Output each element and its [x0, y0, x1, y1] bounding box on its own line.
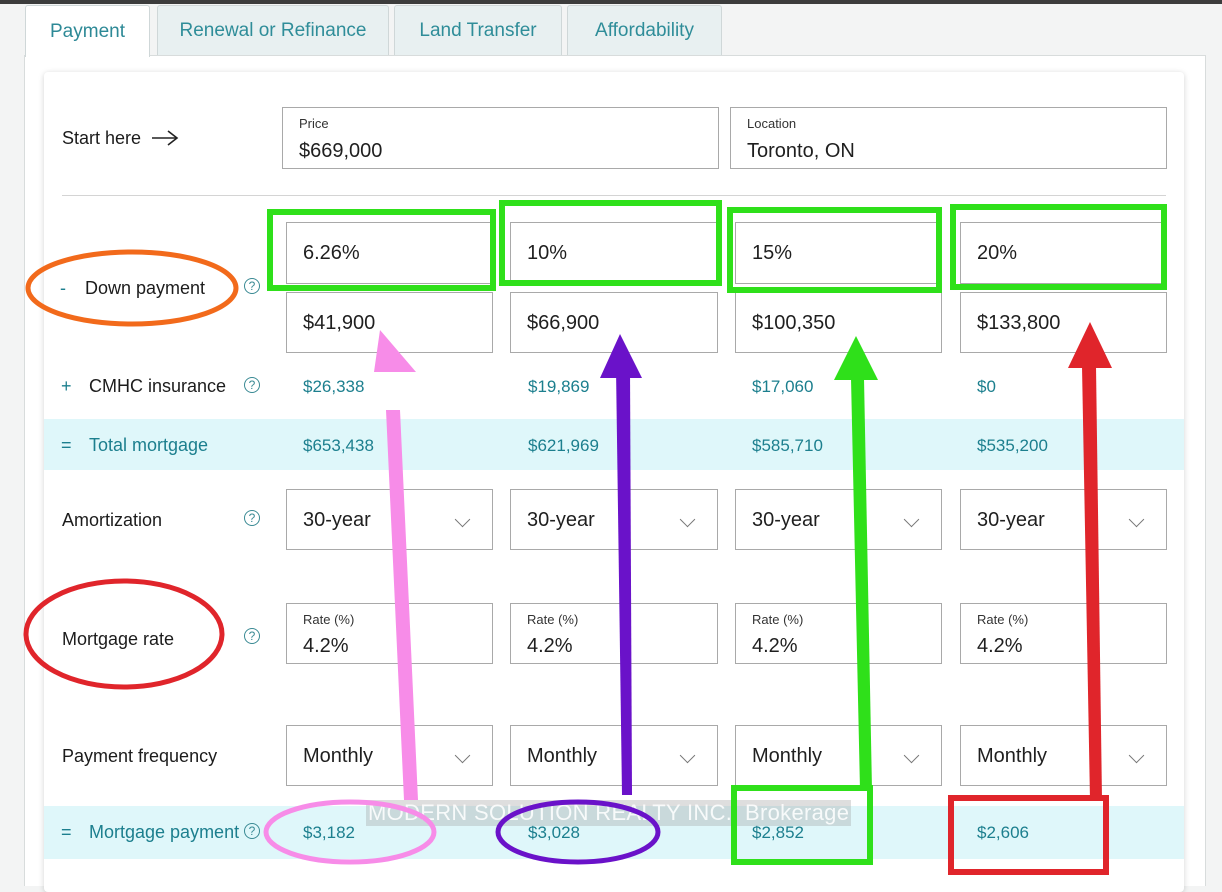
- down-payment-amount-value: $41,900: [303, 312, 376, 334]
- amortization-select-3[interactable]: 30-year: [735, 489, 942, 550]
- tab-payment[interactable]: Payment: [25, 5, 150, 57]
- frequency-value: Monthly: [527, 745, 598, 767]
- chevron-down-icon: [679, 511, 696, 528]
- down-payment-percent-4[interactable]: 20%: [960, 222, 1167, 284]
- total-mortgage-sign: =: [61, 435, 72, 455]
- location-field[interactable]: Location Toronto, ON: [730, 107, 1167, 169]
- chevron-down-icon: [454, 511, 471, 528]
- total-mortgage-value: $653,438: [303, 436, 374, 455]
- down-payment-percent-1[interactable]: 6.26%: [286, 222, 493, 284]
- frequency-select-3[interactable]: Monthly: [735, 725, 942, 786]
- amortization-value: 30-year: [752, 509, 820, 531]
- amortization-select-4[interactable]: 30-year: [960, 489, 1167, 550]
- mortgage-payment-value: $3,028: [528, 823, 580, 842]
- rate-field-3[interactable]: Rate (%) 4.2%: [735, 603, 942, 664]
- mortgage-payment-help-icon[interactable]: ?: [244, 823, 260, 839]
- cmhc-value: $19,869: [528, 377, 590, 396]
- rate-value: 4.2%: [977, 635, 1023, 657]
- down-payment-percent-value: 6.26%: [303, 242, 360, 264]
- total-mortgage-value: $535,200: [977, 436, 1048, 455]
- tab-renewal-refinance[interactable]: Renewal or Refinance: [157, 5, 389, 55]
- rate-value: 4.2%: [303, 635, 349, 657]
- down-payment-amount-value: $133,800: [977, 312, 1061, 334]
- cmhc-label: CMHC insurance: [89, 376, 227, 396]
- rate-field-1[interactable]: Rate (%) 4.2%: [286, 603, 493, 664]
- amortization-value: 30-year: [527, 509, 595, 531]
- chevron-down-icon: [1128, 511, 1145, 528]
- frequency-value: Monthly: [977, 745, 1048, 767]
- start-here-label: Start here: [62, 128, 142, 148]
- total-mortgage-value: $585,710: [752, 436, 823, 455]
- location-value: Toronto, ON: [747, 140, 855, 162]
- amortization-value: 30-year: [303, 509, 371, 531]
- mortgage-rate-help-icon[interactable]: ?: [244, 628, 260, 644]
- down-payment-amount-value: $100,350: [752, 312, 836, 334]
- mortgage-payment-value: $2,852: [752, 823, 804, 842]
- section-divider: [62, 195, 1166, 196]
- brokerage-watermark: MODERN SOLUTION REALTY INC., Brokerage: [366, 800, 852, 826]
- down-payment-percent-3[interactable]: 15%: [735, 222, 942, 284]
- chevron-down-icon: [679, 747, 696, 764]
- cmhc-help-icon[interactable]: ?: [244, 377, 260, 393]
- cmhc-value: $26,338: [303, 377, 365, 396]
- chevron-down-icon: [903, 747, 920, 764]
- total-mortgage-value: $621,969: [528, 436, 599, 455]
- cmhc-value: $0: [977, 377, 996, 396]
- mortgage-rate-label: Mortgage rate: [62, 629, 175, 649]
- down-payment-amount-2[interactable]: $66,900: [510, 292, 718, 353]
- price-field-label: Price: [299, 116, 329, 131]
- rate-field-2[interactable]: Rate (%) 4.2%: [510, 603, 718, 664]
- rate-value: 4.2%: [527, 635, 573, 657]
- amortization-label: Amortization: [62, 510, 163, 530]
- down-payment-percent-2[interactable]: 10%: [510, 222, 718, 284]
- total-mortgage-label: Total mortgage: [89, 435, 209, 455]
- mortgage-payment-sign: =: [61, 822, 72, 842]
- amortization-select-2[interactable]: 30-year: [510, 489, 718, 550]
- frequency-select-1[interactable]: Monthly: [286, 725, 493, 786]
- amortization-help-icon[interactable]: ?: [244, 510, 260, 526]
- location-field-label: Location: [747, 116, 797, 131]
- down-payment-percent-value: 15%: [752, 242, 793, 264]
- down-payment-amount-value: $66,900: [527, 312, 600, 334]
- frequency-select-4[interactable]: Monthly: [960, 725, 1167, 786]
- frequency-value: Monthly: [752, 745, 823, 767]
- price-value: $669,000: [299, 140, 383, 162]
- frequency-value: Monthly: [303, 745, 374, 767]
- amortization-value: 30-year: [977, 509, 1045, 531]
- rate-field-label: Rate (%): [752, 612, 804, 627]
- chevron-down-icon: [903, 511, 920, 528]
- down-payment-amount-3[interactable]: $100,350: [735, 292, 942, 353]
- price-field[interactable]: Price $669,000: [282, 107, 719, 169]
- amortization-select-1[interactable]: 30-year: [286, 489, 493, 550]
- mortgage-payment-label: Mortgage payment: [89, 822, 240, 842]
- rate-field-label: Rate (%): [303, 612, 355, 627]
- down-payment-label: Down payment: [85, 278, 206, 298]
- rate-field-label: Rate (%): [527, 612, 579, 627]
- down-payment-amount-1[interactable]: $41,900: [286, 292, 493, 353]
- mortgage-payment-value: $2,606: [977, 823, 1029, 842]
- tab-land-transfer[interactable]: Land Transfer: [394, 5, 562, 55]
- rate-field-4[interactable]: Rate (%) 4.2%: [960, 603, 1167, 664]
- cmhc-value: $17,060: [752, 377, 814, 396]
- tab-affordability[interactable]: Affordability: [567, 5, 722, 55]
- cmhc-sign: +: [61, 376, 72, 396]
- down-payment-amount-4[interactable]: $133,800: [960, 292, 1167, 353]
- down-payment-percent-value: 10%: [527, 242, 568, 264]
- down-payment-percent-value: 20%: [977, 242, 1018, 264]
- chevron-down-icon: [454, 747, 471, 764]
- rate-value: 4.2%: [752, 635, 798, 657]
- chevron-down-icon: [1128, 747, 1145, 764]
- down-payment-help-icon[interactable]: ?: [244, 278, 260, 294]
- rate-field-label: Rate (%): [977, 612, 1029, 627]
- mortgage-payment-value: $3,182: [303, 823, 355, 842]
- frequency-select-2[interactable]: Monthly: [510, 725, 718, 786]
- down-payment-sign: -: [60, 278, 66, 298]
- arrow-right-icon: [152, 130, 179, 146]
- payment-frequency-label: Payment frequency: [62, 746, 218, 766]
